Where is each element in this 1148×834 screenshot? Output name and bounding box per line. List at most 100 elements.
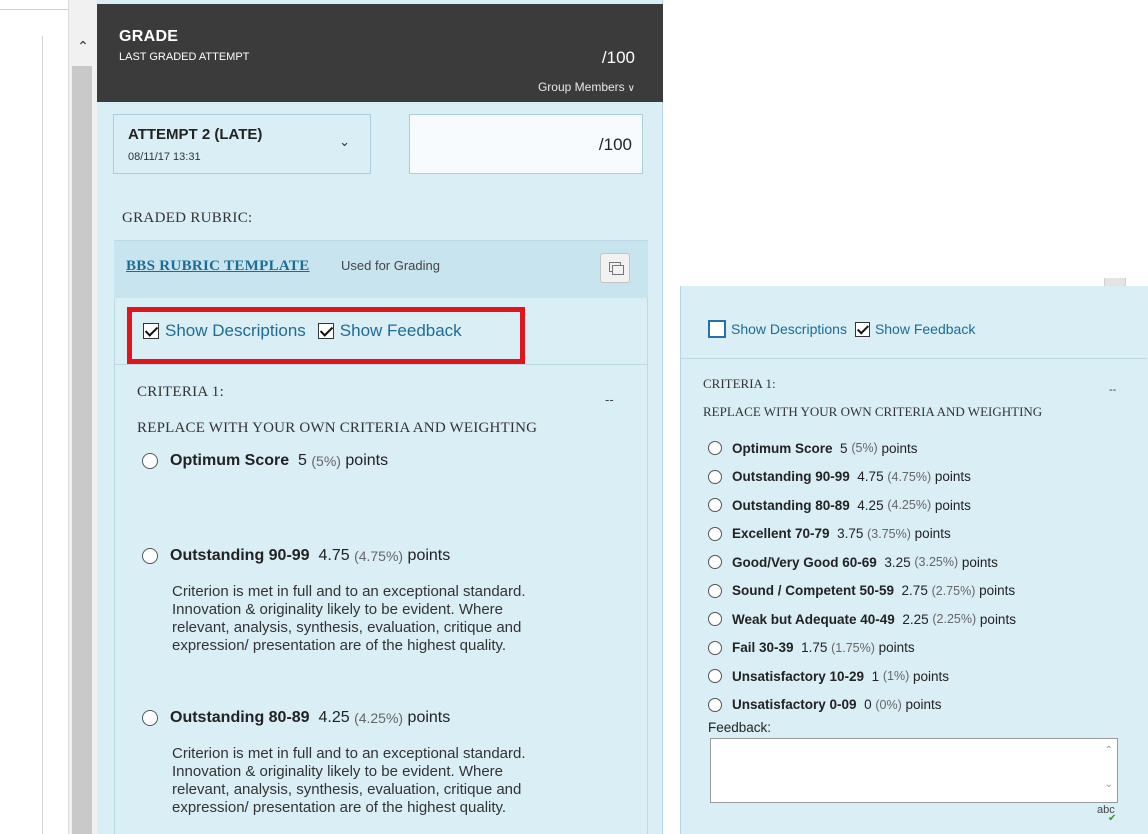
rubric-level[interactable]: Outstanding 90-99 4.75 (4.75%) points (142, 547, 450, 565)
level-points: 3.25 (884, 554, 911, 570)
level-percent: (2.75%) (931, 583, 976, 598)
level-description-line: Criterion is met in full and to an excep… (172, 583, 526, 600)
rubric-level[interactable]: Outstanding 80-89 4.25 (4.25%) points (708, 491, 1016, 520)
level-points: 4.25 (318, 709, 350, 726)
show-descriptions-checkbox[interactable] (708, 320, 726, 338)
level-percent: (5%) (851, 441, 878, 456)
chevron-down-icon[interactable]: ⌄ (1105, 779, 1113, 790)
level-description-line: Innovation & originality likely to be ev… (172, 763, 504, 780)
grade-title: GRADE (119, 28, 179, 45)
level-percent: (4.75%) (354, 548, 404, 564)
level-unit: points (905, 697, 942, 713)
feedback-label: Feedback: (708, 720, 772, 735)
level-unit: points (934, 497, 971, 513)
level-radio[interactable] (708, 612, 722, 627)
divider (681, 358, 1147, 359)
level-radio[interactable] (708, 697, 722, 712)
rubric-level[interactable]: Sound / Competent 50-59 2.75 (2.75%) poi… (708, 577, 1016, 606)
rubric-name-link[interactable]: BBS RUBRIC TEMPLATE (126, 258, 310, 275)
rubric-level[interactable]: Outstanding 90-99 4.75 (4.75%) points (708, 463, 1016, 492)
level-radio[interactable] (708, 555, 722, 570)
rubric-level[interactable]: Good/Very Good 60-69 3.25 (3.25%) points (708, 548, 1016, 577)
rubric-level[interactable]: Outstanding 80-89 4.25 (4.25%) points (142, 709, 450, 727)
criteria-title: CRITERIA 1: (703, 376, 776, 391)
level-points: 5 (840, 440, 848, 456)
level-name: Unsatisfactory 10-29 (732, 668, 865, 684)
level-name: Excellent 70-79 (732, 526, 830, 542)
chevron-down-icon: ∨ (627, 83, 635, 94)
rubric-level[interactable]: Optimum Score 5 (5%) points (708, 434, 1016, 463)
level-percent: (4.75%) (887, 469, 932, 484)
level-radio[interactable] (708, 583, 722, 598)
level-unit: points (979, 583, 1016, 599)
level-name: Unsatisfactory 0-09 (732, 697, 857, 713)
rubric-panel-compact: Show Descriptions Show Feedback CRITERIA… (680, 286, 1148, 834)
chevron-up-icon[interactable]: ⌃ (74, 38, 92, 56)
rubric-options: Show Descriptions Show Feedback (708, 320, 975, 338)
level-unit: points (345, 452, 389, 469)
rubric-level[interactable]: Optimum Score 5 (5%) points (142, 452, 388, 470)
level-points: 3.75 (837, 526, 864, 542)
show-feedback-label[interactable]: Show Feedback (875, 321, 975, 337)
left-pane-divider (42, 36, 43, 834)
level-radio[interactable] (142, 710, 158, 726)
rubric-level[interactable]: Unsatisfactory 10-29 1 (1%) points (708, 662, 1016, 691)
level-unit: points (961, 554, 998, 570)
highlight-box (127, 307, 525, 364)
show-feedback-checkbox[interactable] (854, 321, 870, 337)
level-unit: points (934, 469, 971, 485)
level-percent: (0%) (875, 697, 902, 712)
level-unit: points (878, 640, 915, 656)
show-descriptions-label[interactable]: Show Descriptions (731, 321, 847, 337)
chevron-up-icon[interactable]: ⌃ (1105, 745, 1113, 756)
rubric-body: Show Descriptions Show Feedback CRITERIA… (114, 298, 648, 834)
level-percent: (1.75%) (831, 640, 875, 655)
chevron-down-icon: ⌄ (339, 135, 350, 150)
rubric-status: Used for Grading (341, 258, 440, 273)
scrollbar-thumb[interactable] (72, 66, 92, 834)
attempt-select[interactable]: ATTEMPT 2 (LATE) 08/11/17 13:31 ⌄ (113, 114, 371, 174)
group-members-label: Group Members (537, 80, 625, 94)
level-radio[interactable] (708, 441, 722, 456)
level-percent: (2.25%) (932, 612, 977, 627)
level-name: Outstanding 80-89 (170, 709, 310, 726)
popout-window-icon[interactable] (600, 253, 630, 283)
attempt-score-input[interactable]: /100 (409, 114, 643, 174)
level-name: Outstanding 80-89 (732, 497, 850, 513)
group-members-button[interactable]: Group Members ∨ (538, 80, 635, 94)
feedback-textarea[interactable]: ⌃ ⌄ (710, 738, 1118, 803)
criteria-title: CRITERIA 1: (137, 384, 225, 400)
level-radio[interactable] (708, 526, 722, 541)
level-unit: points (979, 611, 1016, 627)
level-name: Outstanding 90-99 (732, 469, 850, 485)
level-points: 2.25 (902, 611, 929, 627)
level-name: Optimum Score (732, 440, 833, 456)
level-points: 2.75 (901, 583, 928, 599)
level-points: 4.75 (318, 547, 350, 564)
grade-score: /100 (601, 48, 635, 67)
level-radio[interactable] (142, 548, 158, 564)
level-radio[interactable] (708, 498, 722, 513)
graded-rubric-label: GRADED RUBRIC: (122, 210, 253, 226)
level-name: Fail 30-39 (732, 640, 794, 656)
attempt-date: 08/11/17 13:31 (128, 151, 201, 163)
level-percent: (5%) (311, 453, 341, 469)
grade-header: GRADE LAST GRADED ATTEMPT /100 Group Mem… (97, 4, 663, 102)
rubric-level[interactable]: Excellent 70-79 3.75 (3.75%) points (708, 520, 1016, 549)
rubric-level[interactable]: Fail 30-39 1.75 (1.75%) points (708, 634, 1016, 663)
grade-subtitle: LAST GRADED ATTEMPT (119, 51, 250, 63)
level-radio[interactable] (142, 453, 158, 469)
level-radio[interactable] (708, 640, 722, 655)
level-name: Weak but Adequate 40-49 (732, 611, 895, 627)
rubric-level[interactable]: Weak but Adequate 40-49 2.25 (2.25%) poi… (708, 605, 1016, 634)
rubric-level[interactable]: Unsatisfactory 0-09 0 (0%) points (708, 691, 1016, 720)
level-radio[interactable] (708, 669, 722, 684)
level-percent: (3.75%) (867, 526, 911, 541)
level-description-line: relevant, analysis, synthesis, evaluatio… (172, 619, 522, 636)
level-radio[interactable] (708, 469, 722, 484)
level-unit: points (913, 668, 950, 684)
level-points: 5 (298, 452, 307, 469)
level-percent: (3.25%) (914, 555, 959, 570)
level-points: 4.75 (857, 469, 884, 485)
level-description-line: expression/ presentation are of the high… (172, 637, 507, 654)
